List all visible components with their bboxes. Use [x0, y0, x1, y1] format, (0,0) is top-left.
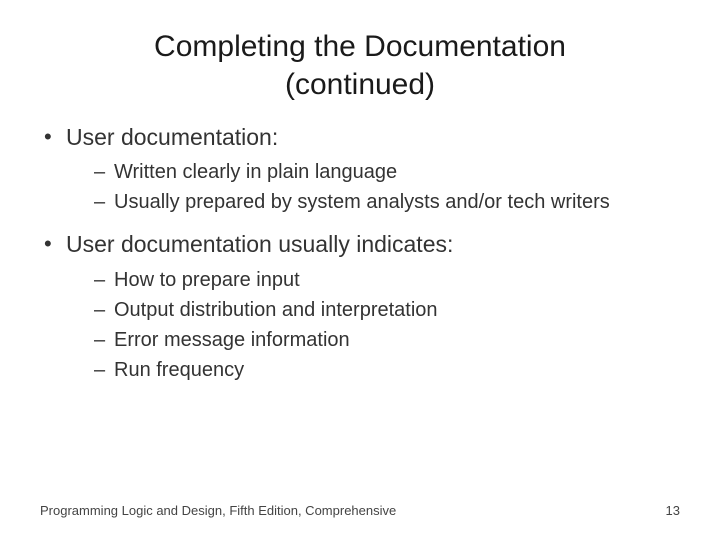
bullet-text: User documentation: [66, 124, 278, 150]
list-item: User documentation usually indicates: Ho… [40, 228, 680, 383]
list-item: Error message information [94, 326, 680, 354]
sub-bullet-text: Written clearly in plain language [114, 161, 397, 183]
list-item: Written clearly in plain language [94, 158, 680, 186]
sub-list: Written clearly in plain language Usuall… [66, 158, 680, 216]
slide: Completing the Documentation (continued)… [0, 0, 720, 540]
sub-list: How to prepare input Output distribution… [66, 266, 680, 384]
sub-bullet-text: How to prepare input [114, 269, 300, 291]
title-line-2: (continued) [285, 68, 435, 101]
page-number: 13 [666, 503, 680, 518]
list-item: Run frequency [94, 356, 680, 384]
slide-title: Completing the Documentation (continued) [0, 0, 720, 103]
list-item: Output distribution and interpretation [94, 296, 680, 324]
list-item: User documentation: Written clearly in p… [40, 121, 680, 216]
sub-bullet-text: Error message information [114, 329, 350, 351]
list-item: Usually prepared by system analysts and/… [94, 188, 680, 216]
bullet-text: User documentation usually indicates: [66, 231, 453, 257]
footer-source: Programming Logic and Design, Fifth Edit… [40, 503, 396, 518]
title-line-1: Completing the Documentation [154, 30, 566, 63]
sub-bullet-text: Output distribution and interpretation [114, 299, 438, 321]
bullet-list: User documentation: Written clearly in p… [40, 121, 680, 384]
list-item: How to prepare input [94, 266, 680, 294]
sub-bullet-text: Run frequency [114, 359, 244, 381]
sub-bullet-text: Usually prepared by system analysts and/… [114, 191, 610, 213]
slide-body: User documentation: Written clearly in p… [0, 103, 720, 384]
